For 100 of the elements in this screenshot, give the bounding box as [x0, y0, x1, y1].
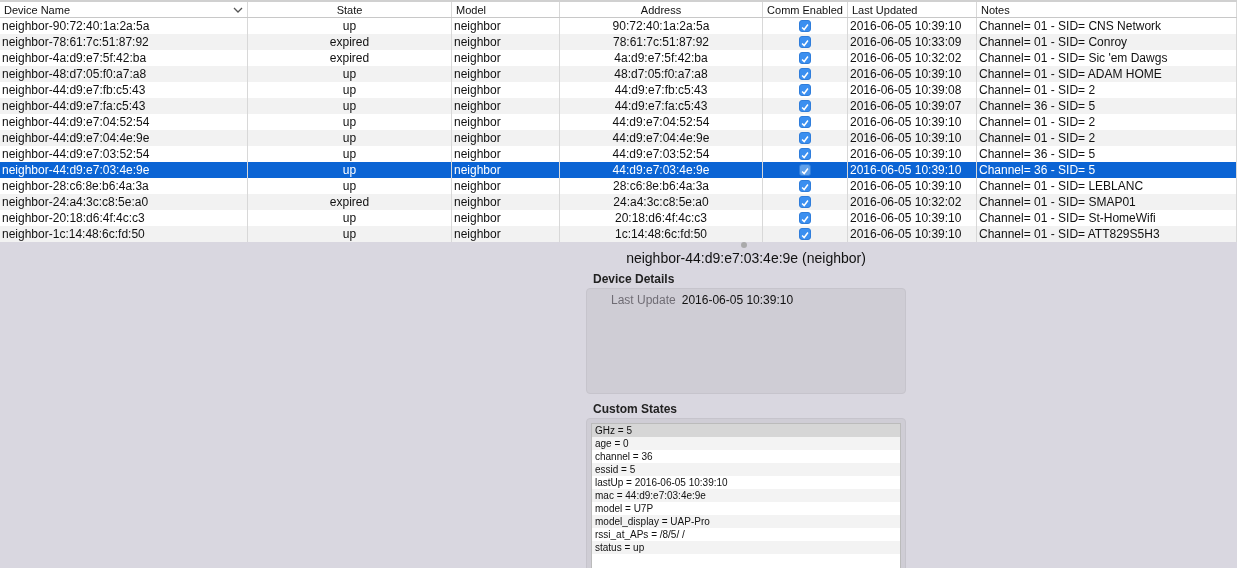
checkbox[interactable]: [799, 180, 811, 192]
state-cell: up: [342, 19, 357, 33]
last-updated-cell: 2016-06-05 10:33:09: [850, 35, 962, 49]
column-header[interactable]: Address: [560, 2, 763, 17]
table-row[interactable]: neighbor-28:c6:8e:b6:4a:3a up neighbor 28:c6:8e:b6:4a:3a 2016-06-05 10:39:10 Channel= 01 - SID= LEBLANC: [0, 178, 1237, 194]
last-updated-cell: 2016-06-05 10:39:10: [850, 147, 962, 161]
table-row[interactable]: neighbor-44:d9:e7:04:4e:9e up neighbor 44:d9:e7:04:4e:9e 2016-06-05 10:39:10 Channel= 01 - SID= 2: [0, 130, 1237, 146]
device-name-cell: neighbor-44:d9:e7:03:4e:9e: [2, 163, 150, 177]
state-item[interactable]: status = up: [592, 541, 900, 554]
column-header[interactable]: Comm Enabled: [763, 2, 848, 17]
state-cell: up: [342, 83, 357, 97]
model-cell: neighbor: [454, 51, 501, 65]
device-name-cell: neighbor-44:d9:e7:fa:c5:43: [2, 99, 146, 113]
notes-cell: Channel= 36 - SID= 5: [979, 147, 1096, 161]
checkbox[interactable]: [799, 196, 811, 208]
address-cell: 20:18:d6:4f:4c:c3: [614, 211, 708, 225]
state-cell: up: [342, 131, 357, 145]
column-header[interactable]: Notes: [977, 2, 1237, 17]
column-header[interactable]: Device Name: [0, 2, 248, 17]
model-cell: neighbor: [454, 147, 501, 161]
address-cell: 44:d9:e7:03:52:54: [612, 147, 710, 161]
notes-cell: Channel= 01 - SID= CNS Network: [979, 19, 1162, 33]
checkbox[interactable]: [799, 68, 811, 80]
model-cell: neighbor: [454, 83, 501, 97]
table-row[interactable]: neighbor-44:d9:e7:fb:c5:43 up neighbor 44:d9:e7:fb:c5:43 2016-06-05 10:39:08 Channel= 01 - SID= 2: [0, 82, 1237, 98]
column-title: Model: [456, 3, 486, 16]
column-header[interactable]: State: [248, 2, 452, 17]
notes-cell: Channel= 01 - SID= St-HomeWifi: [979, 211, 1156, 225]
state-item[interactable]: mac = 44:d9:e7:03:4e:9e: [592, 489, 900, 502]
last-updated-cell: 2016-06-05 10:39:10: [850, 19, 962, 33]
checkbox[interactable]: [799, 164, 811, 176]
model-cell: neighbor: [454, 179, 501, 193]
column-header[interactable]: Last Updated: [848, 2, 977, 17]
address-cell: 44:d9:e7:04:52:54: [612, 115, 710, 129]
notes-cell: Channel= 01 - SID= LEBLANC: [979, 179, 1144, 193]
table-row[interactable]: neighbor-44:d9:e7:03:4e:9e up neighbor 44:d9:e7:03:4e:9e 2016-06-05 10:39:10 Channel= 36 - SID= 5: [0, 162, 1237, 178]
table-row[interactable]: neighbor-48:d7:05:f0:a7:a8 up neighbor 48:d7:05:f0:a7:a8 2016-06-05 10:39:10 Channel= 01 - SID= ADAM HOME: [0, 66, 1237, 82]
table-row[interactable]: neighbor-44:d9:e7:fa:c5:43 up neighbor 44:d9:e7:fa:c5:43 2016-06-05 10:39:07 Channel= 36 - SID= 5: [0, 98, 1237, 114]
checkbox[interactable]: [799, 228, 811, 240]
checkbox[interactable]: [799, 116, 811, 128]
table-row[interactable]: neighbor-78:61:7c:51:87:92 expired neighbor 78:61:7c:51:87:92 2016-06-05 10:33:09 Channel= 01 - SID= Conroy: [0, 34, 1237, 50]
checkbox[interactable]: [799, 20, 811, 32]
column-header[interactable]: Model: [452, 2, 560, 17]
notes-cell: Channel= 01 - SID= 2: [979, 83, 1096, 97]
state-cell: up: [342, 115, 357, 129]
checkbox[interactable]: [799, 36, 811, 48]
address-cell: 78:61:7c:51:87:92: [612, 35, 710, 49]
checkbox[interactable]: [799, 100, 811, 112]
state-cell: up: [342, 179, 357, 193]
address-cell: 44:d9:e7:fb:c5:43: [614, 83, 708, 97]
state-item[interactable]: age = 0: [592, 437, 900, 450]
state-cell: up: [342, 67, 357, 81]
model-cell: neighbor: [454, 115, 501, 129]
notes-cell: Channel= 01 - SID= 2: [979, 115, 1096, 129]
field-value: 2016-06-05 10:39:10: [681, 293, 794, 307]
model-cell: neighbor: [454, 163, 501, 177]
state-item[interactable]: essid = 5: [592, 463, 900, 476]
checkbox[interactable]: [799, 148, 811, 160]
table-row[interactable]: neighbor-4a:d9:e7:5f:42:ba expired neighbor 4a:d9:e7:5f:42:ba 2016-06-05 10:32:02 Channel= 01 - SID= Sic 'em Dawgs: [0, 50, 1237, 66]
state-cell: up: [342, 99, 357, 113]
last-updated-cell: 2016-06-05 10:39:10: [850, 179, 962, 193]
last-updated-cell: 2016-06-05 10:39:10: [850, 131, 962, 145]
splitter-handle[interactable]: [741, 242, 747, 248]
notes-cell: Channel= 01 - SID= ATT829S5H3: [979, 227, 1160, 241]
state-cell: up: [342, 211, 357, 225]
checkbox[interactable]: [799, 132, 811, 144]
table-row[interactable]: neighbor-24:a4:3c:c8:5e:a0 expired neighbor 24:a4:3c:c8:5e:a0 2016-06-05 10:32:02 Channel= 01 - SID= SMAP01: [0, 194, 1237, 210]
checkbox[interactable]: [799, 52, 811, 64]
notes-cell: Channel= 01 - SID= SMAP01: [979, 195, 1136, 209]
address-cell: 90:72:40:1a:2a:5a: [612, 19, 710, 33]
state-item[interactable]: model_display = UAP-Pro: [592, 515, 900, 528]
table-row[interactable]: neighbor-44:d9:e7:04:52:54 up neighbor 44:d9:e7:04:52:54 2016-06-05 10:39:10 Channel= 01 - SID= 2: [0, 114, 1237, 130]
model-cell: neighbor: [454, 131, 501, 145]
table-row[interactable]: neighbor-44:d9:e7:03:52:54 up neighbor 44:d9:e7:03:52:54 2016-06-05 10:39:10 Channel= 36 - SID= 5: [0, 146, 1237, 162]
sort-caret-icon[interactable]: [233, 6, 243, 13]
device-name-cell: neighbor-28:c6:8e:b6:4a:3a: [2, 179, 149, 193]
model-cell: neighbor: [454, 227, 501, 241]
table-row[interactable]: neighbor-1c:14:48:6c:fd:50 up neighbor 1c:14:48:6c:fd:50 2016-06-05 10:39:10 Channel= 01 - SID= ATT829S5H3: [0, 226, 1237, 242]
state-cell: up: [342, 163, 357, 177]
checkbox[interactable]: [799, 84, 811, 96]
device-name-cell: neighbor-44:d9:e7:fb:c5:43: [2, 83, 146, 97]
table-row[interactable]: neighbor-20:18:d6:4f:4c:c3 up neighbor 20:18:d6:4f:4c:c3 2016-06-05 10:39:10 Channel= 01 - SID= St-HomeWifi: [0, 210, 1237, 226]
last-updated-cell: 2016-06-05 10:39:10: [850, 115, 962, 129]
state-cell: expired: [329, 51, 370, 65]
state-item[interactable]: GHz = 5: [592, 424, 900, 437]
address-cell: 44:d9:e7:fa:c5:43: [614, 99, 708, 113]
device-name-cell: neighbor-4a:d9:e7:5f:42:ba: [2, 51, 147, 65]
device-name-cell: neighbor-24:a4:3c:c8:5e:a0: [2, 195, 149, 209]
address-cell: 44:d9:e7:03:4e:9e: [612, 163, 710, 177]
last-updated-cell: 2016-06-05 10:39:10: [850, 163, 962, 177]
model-cell: neighbor: [454, 19, 501, 33]
checkbox[interactable]: [799, 212, 811, 224]
address-cell: 44:d9:e7:04:4e:9e: [612, 131, 710, 145]
device-name-cell: neighbor-48:d7:05:f0:a7:a8: [2, 67, 147, 81]
table-row[interactable]: neighbor-90:72:40:1a:2a:5a up neighbor 90:72:40:1a:2a:5a 2016-06-05 10:39:10 Channel= 01 - SID= CNS Network: [0, 18, 1237, 34]
address-cell: 48:d7:05:f0:a7:a8: [614, 67, 708, 81]
notes-cell: Channel= 36 - SID= 5: [979, 99, 1096, 113]
device-name-cell: neighbor-90:72:40:1a:2a:5a: [2, 19, 150, 33]
state-cell: expired: [329, 35, 370, 49]
section-heading: Device Details: [592, 272, 676, 286]
